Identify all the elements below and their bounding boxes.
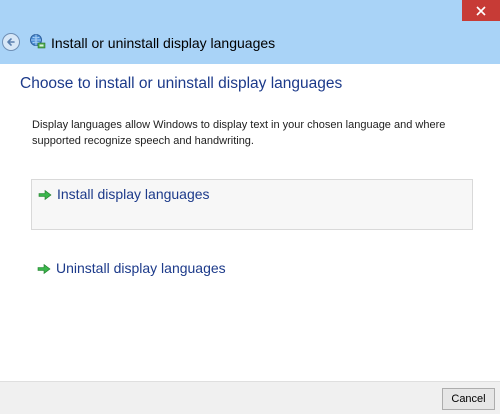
back-arrow-icon [7, 38, 15, 46]
title-bar: Install or uninstall display languages [0, 0, 500, 64]
install-display-languages-label: Install display languages [57, 186, 210, 202]
close-button[interactable] [462, 0, 500, 21]
uninstall-display-languages-option[interactable]: Uninstall display languages [31, 256, 473, 286]
close-icon [476, 5, 486, 16]
window-title: Install or uninstall display languages [51, 35, 276, 51]
uninstall-display-languages-label: Uninstall display languages [56, 260, 226, 276]
install-display-languages-option[interactable]: Install display languages [31, 179, 473, 230]
language-settings-icon [30, 34, 46, 49]
page-heading: Choose to install or uninstall display l… [20, 75, 343, 92]
cancel-button[interactable]: Cancel [442, 388, 495, 410]
green-arrow-icon [38, 189, 52, 201]
green-arrow-icon [37, 263, 51, 275]
description-text: Display languages allow Windows to displ… [32, 119, 446, 147]
footer-bar: Cancel [0, 381, 500, 414]
back-button[interactable] [2, 33, 20, 51]
